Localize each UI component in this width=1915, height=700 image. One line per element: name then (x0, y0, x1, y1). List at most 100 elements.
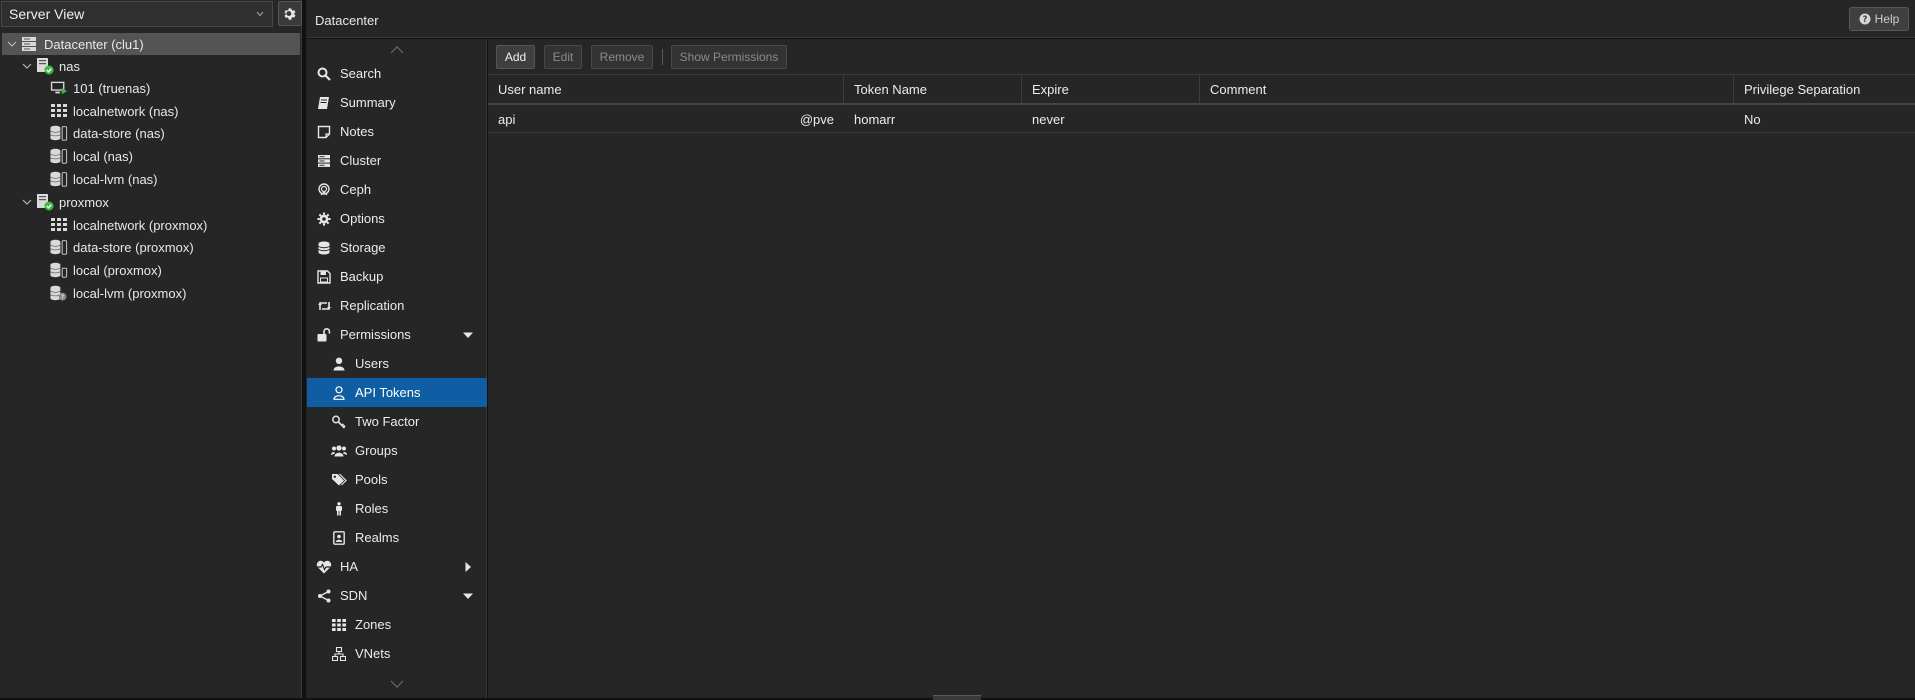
tree-node-nas[interactable]: nas (0, 55, 301, 77)
gear-icon (284, 7, 296, 20)
storage-icon (50, 261, 68, 279)
nav-item-label: Cluster (340, 153, 382, 168)
floppy-icon (316, 269, 332, 285)
tree-node-local-lvm-proxmox[interactable]: ? local-lvm (proxmox) (0, 282, 301, 304)
tree-node-proxmox[interactable]: proxmox (0, 191, 301, 213)
svg-text:?: ? (61, 294, 64, 301)
nav-item-label: Permissions (340, 327, 411, 342)
storage-icon (50, 170, 68, 188)
api-tokens-panel: Add Edit Remove Show Permissions User na… (488, 39, 1915, 698)
storage-icon (50, 238, 68, 256)
cell-expire: never (1032, 112, 1065, 127)
caret-down-icon[interactable] (463, 330, 473, 340)
storage-unknown-icon: ? (50, 284, 68, 302)
nav-item-pools[interactable]: Pools (307, 465, 487, 494)
tree-node-datacenter[interactable]: Datacenter (clu1) (2, 33, 300, 55)
nav-item-api-tokens[interactable]: API Tokens (307, 378, 487, 407)
nav-item-users[interactable]: Users (307, 349, 487, 378)
nav-item-label: Search (340, 66, 382, 81)
tree-node-data-store-nas[interactable]: data-store (nas) (0, 122, 301, 144)
nav-item-label: VNets (355, 646, 391, 661)
cell-user-name: api (498, 112, 516, 127)
grid-icon (331, 617, 347, 633)
column-header-expire[interactable]: Expire (1022, 76, 1200, 104)
cell-realm: @pve (799, 112, 834, 127)
nav-item-label: API Tokens (355, 385, 421, 400)
edit-button[interactable]: Edit (544, 45, 582, 69)
column-header-user-name[interactable]: User name (488, 76, 844, 104)
gear-icon (316, 211, 332, 227)
nav-item-zones[interactable]: Zones (307, 610, 487, 639)
svg-text:?: ? (1862, 15, 1867, 25)
remove-button[interactable]: Remove (591, 45, 653, 69)
nav-item-label: Storage (340, 240, 386, 255)
nav-item-label: HA (340, 559, 359, 574)
log-panel-resize-handle[interactable] (933, 695, 981, 700)
nav-item-storage[interactable]: Storage (307, 233, 487, 262)
nav-item-label: Backup (340, 269, 384, 284)
column-header-token-name[interactable]: Token Name (844, 76, 1022, 104)
unlock-icon (316, 327, 332, 343)
tree-node-localnetwork-proxmox[interactable]: localnetwork (proxmox) (0, 214, 301, 236)
nav-item-backup[interactable]: Backup (307, 262, 487, 291)
caret-down-icon[interactable] (463, 591, 473, 601)
scroll-up-icon[interactable] (390, 46, 404, 54)
vm-running-icon (50, 79, 68, 97)
network-grid-icon (50, 216, 68, 234)
male-icon (331, 501, 347, 517)
resource-tree-panel: Server View Datacenter (clu1) nas 101 (t… (0, 0, 302, 698)
tree-node-localnetwork-nas[interactable]: localnetwork (nas) (0, 100, 301, 122)
view-select[interactable]: Server View (1, 1, 273, 27)
table-row[interactable]: api @pve homarr never No (488, 107, 1915, 133)
tree-node-local-proxmox[interactable]: local (proxmox) (0, 259, 301, 281)
node-online-icon (36, 57, 54, 75)
collapse-toggle-icon[interactable] (22, 197, 32, 207)
tree-node-label: local (nas) (73, 148, 133, 164)
nav-item-label: Two Factor (355, 414, 420, 429)
nav-item-summary[interactable]: Summary (307, 88, 487, 117)
collapse-toggle-icon[interactable] (7, 39, 17, 49)
tree-node-data-store-proxmox[interactable]: data-store (proxmox) (0, 236, 301, 258)
nav-item-search[interactable]: Search (307, 59, 487, 88)
help-button[interactable]: ? Help (1849, 7, 1909, 31)
collapse-toggle-icon[interactable] (22, 61, 32, 71)
nav-item-realms[interactable]: Realms (307, 523, 487, 552)
nav-item-replication[interactable]: Replication (307, 291, 487, 320)
tree-node-local-nas[interactable]: local (nas) (0, 145, 301, 167)
nav-item-ha[interactable]: HA (307, 552, 487, 581)
tree-node-label: local-lvm (proxmox) (73, 285, 187, 301)
retweet-icon (316, 298, 332, 314)
book-icon (316, 95, 332, 111)
content-header: Datacenter ? Help (306, 0, 1915, 38)
view-select-label: Server View (9, 6, 85, 22)
datacenter-nav: Search Summary Notes Cluster Ceph Option… (306, 39, 487, 698)
nav-item-label: Groups (355, 443, 398, 458)
tree-settings-button[interactable] (278, 1, 302, 26)
show-permissions-button[interactable]: Show Permissions (671, 45, 787, 69)
nav-item-label: Ceph (340, 182, 372, 197)
nav-item-permissions[interactable]: Permissions (307, 320, 487, 349)
ceph-icon (316, 182, 332, 198)
caret-right-icon[interactable] (463, 562, 473, 572)
nav-item-cluster[interactable]: Cluster (307, 146, 487, 175)
nav-item-options[interactable]: Options (307, 204, 487, 233)
column-header-comment[interactable]: Comment (1200, 76, 1734, 104)
column-header-privilege-separation[interactable]: Privilege Separation (1734, 76, 1915, 104)
storage-icon (50, 147, 68, 165)
nav-item-vnets[interactable]: VNets (307, 639, 487, 668)
cell-privilege-separation: No (1744, 112, 1761, 127)
nav-item-groups[interactable]: Groups (307, 436, 487, 465)
nav-item-roles[interactable]: Roles (307, 494, 487, 523)
tree-node-label: localnetwork (nas) (73, 103, 179, 119)
nav-item-label: SDN (340, 588, 368, 603)
node-online-icon (36, 193, 54, 211)
nav-item-notes[interactable]: Notes (307, 117, 487, 146)
tree-node-local-lvm-nas[interactable]: local-lvm (nas) (0, 168, 301, 190)
nav-item-ceph[interactable]: Ceph (307, 175, 487, 204)
add-button[interactable]: Add (496, 45, 535, 69)
nav-item-sdn[interactable]: SDN (307, 581, 487, 610)
tree-node-vm-101[interactable]: 101 (truenas) (0, 77, 301, 99)
view-bar: Server View (0, 0, 302, 30)
nav-item-two-factor[interactable]: Two Factor (307, 407, 487, 436)
scroll-down-icon[interactable] (390, 680, 404, 688)
